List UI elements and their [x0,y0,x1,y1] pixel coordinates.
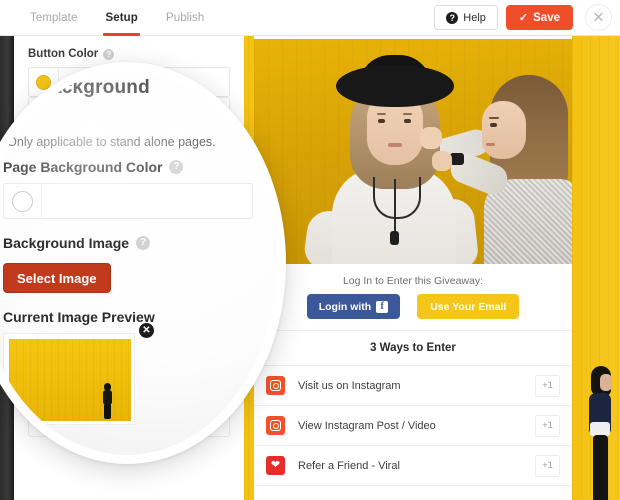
magnifier-lens-inner: ge Background (Only applicable to stand … [0,71,277,455]
heart-icon: ❤ [266,456,285,475]
page-background-heading: ge Background [9,77,150,98]
stand-alone-pages-hint: (Only applicable to stand alone pages. [3,135,216,149]
magnified-settings-content: ge Background (Only applicable to stand … [0,71,277,455]
tab-setup[interactable]: Setup [91,0,151,36]
current-image-preview-label: Current Image Preview [3,309,155,325]
check-icon: ✓ [518,12,529,24]
page-background-color-swatch-box[interactable] [4,184,42,218]
magnifier-lens: ge Background (Only applicable to stand … [0,62,286,464]
facebook-button-label: Login with [318,300,372,313]
question-circle-icon[interactable]: ? [169,160,184,174]
entry-points-badge: +1 [535,374,560,397]
question-circle-icon: ? [446,11,459,24]
login-with-facebook-button[interactable]: Login with f [306,294,401,319]
color-swatch-icon [12,190,33,212]
login-caption: Log In to Enter this Giveaway: [342,275,484,287]
model-pendant [390,231,399,245]
tab-publish[interactable]: Publish [152,0,218,36]
help-button[interactable]: ? Help [434,5,498,30]
toolbar-actions: ? Help ✓ Save ✕ [434,4,620,31]
button-color-label: Button Color ? [28,48,230,60]
thumbnail-person [102,383,113,419]
page-background-color-label: Page Background Color ? [3,159,184,175]
background-person [588,366,614,500]
select-image-button[interactable]: Select Image [3,263,111,293]
close-icon: ✕ [592,9,605,25]
entry-label: Visit us on Instagram [298,379,401,392]
model-eye-right [404,119,411,123]
close-button[interactable]: ✕ [585,4,612,31]
help-button-label: Help [463,11,486,24]
background-image-label-text: Background Image [3,235,130,251]
entry-points-badge: +1 [535,414,560,437]
top-toolbar: Template Setup Publish ? Help ✓ Save ✕ [0,0,620,36]
list-item[interactable]: View Instagram Post / Video +1 [254,406,572,446]
page-background-color-input[interactable] [3,183,253,219]
login-block: Log In to Enter this Giveaway: Login wit… [254,264,572,330]
login-buttons-row: Login with f Use Your Email [306,294,520,319]
background-person-face [600,374,612,391]
model-mouth [388,143,402,147]
list-item[interactable]: ❤ Refer a Friend - Viral +1 [254,446,572,486]
use-your-email-button[interactable]: Use Your Email [417,294,520,319]
question-circle-icon[interactable]: ? [136,236,151,250]
tab-template[interactable]: Template [16,0,91,36]
thumbnail-person-legs [104,404,111,419]
model-eye-left [378,119,385,123]
model-brow-right [403,113,412,115]
page-background-color-label-text: Page Background Color [3,159,163,175]
button-color-label-text: Button Color [28,48,99,60]
entry-list: Visit us on Instagram +1 View Instagram … [254,366,572,486]
list-item[interactable]: Visit us on Instagram +1 [254,366,572,406]
ways-to-enter-title: 3 Ways to Enter [254,330,572,366]
tab-bar: Template Setup Publish [16,0,218,36]
background-person-shirt [590,422,610,436]
model-brow-left [377,113,386,115]
hero-photo [254,39,572,264]
model-necklace [373,177,421,233]
save-button[interactable]: ✓ Save [505,5,573,30]
save-button-label: Save [533,11,560,24]
app-root: Button Color ? Log In to Enter this Give… [0,0,620,500]
current-image-thumbnail[interactable] [9,339,131,421]
question-circle-icon[interactable]: ? [103,48,115,60]
facebook-icon: f [376,300,389,313]
stylist-watch [450,153,464,165]
thumbnail-person-head [104,383,111,391]
entry-label: Refer a Friend - Viral [298,459,400,472]
stylist-face [482,101,526,159]
stylist-eye [490,123,497,127]
background-image-label: Background Image ? [3,235,151,251]
campaign-card: Log In to Enter this Giveaway: Login wit… [254,36,572,500]
current-image-preview-frame [3,333,135,425]
stylist-hand-upper [420,127,442,149]
entry-label: View Instagram Post / Video [298,419,436,432]
stylist-hand-lower [432,151,452,171]
model-hat-brim [336,65,454,107]
thumbnail-person-body [103,390,112,405]
entry-points-badge: +1 [535,454,560,477]
stylist-brow [489,117,499,119]
background-person-legs [593,435,608,500]
stylist-mouth [486,143,495,146]
remove-circle-icon[interactable]: ✕ [139,323,154,338]
